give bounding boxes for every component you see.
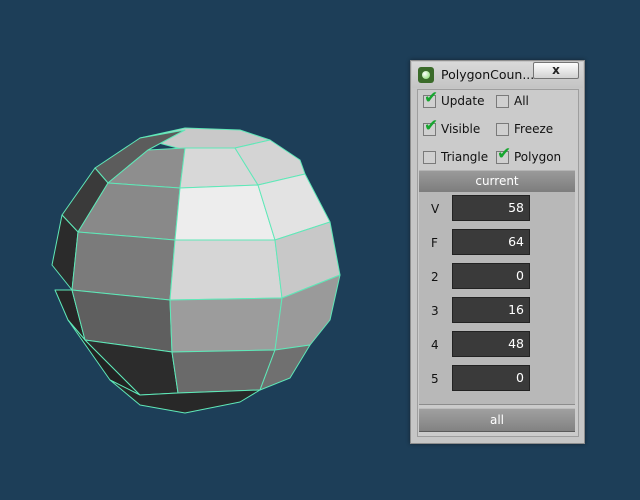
checkbox-box — [496, 95, 509, 108]
stats-area: V 58 F 64 2 0 3 16 4 48 5 0 — [419, 192, 575, 405]
close-button[interactable]: x — [533, 62, 579, 79]
check-icon: ✔ — [497, 144, 512, 164]
stat-field-vertices: 58 — [452, 195, 530, 221]
sphere-face — [174, 184, 276, 241]
update-label: Update — [441, 94, 485, 108]
stat-field-faces: 64 — [452, 229, 530, 255]
window-titlebar[interactable]: PolygonCoun... x — [412, 62, 583, 88]
sphere-face — [169, 239, 283, 301]
stat-label-quads: 4 — [431, 338, 439, 352]
sphere-face — [71, 231, 176, 301]
freeze-label: Freeze — [514, 122, 554, 136]
stat-field-2-sided: 0 — [452, 263, 530, 289]
current-section-header[interactable]: current — [419, 170, 575, 193]
checkbox-box — [496, 123, 509, 136]
stat-label-faces: F — [431, 236, 438, 250]
triangle-label: Triangle — [441, 150, 489, 164]
stat-label-vertices: V — [431, 202, 440, 216]
stat-field-quads: 48 — [452, 331, 530, 357]
polygon-label: Polygon — [514, 150, 562, 164]
stat-field-ngons: 0 — [452, 365, 530, 391]
all-label: All — [514, 94, 529, 108]
sphere-face — [169, 297, 283, 353]
stat-label-triangles: 3 — [431, 304, 439, 318]
app-icon — [418, 67, 434, 83]
check-icon: ✔ — [424, 88, 439, 108]
panel-content: ✔ Update ✔ All ✔ Visible ✔ Freeze ✔ Tria… — [417, 89, 579, 437]
checkbox-box — [423, 151, 436, 164]
sphere-face — [171, 349, 276, 394]
visible-label: Visible — [441, 122, 481, 136]
window-title: PolygonCoun... — [441, 67, 535, 82]
sphere-mesh[interactable] — [51, 127, 341, 414]
stat-label-2-sided: 2 — [431, 270, 439, 284]
stat-label-ngons: 5 — [431, 372, 439, 386]
all-button[interactable]: all — [419, 408, 575, 432]
polygon-counter-window: PolygonCoun... x ✔ Update ✔ All ✔ Visibl… — [410, 60, 585, 444]
stat-field-triangles: 16 — [452, 297, 530, 323]
close-icon: x — [552, 63, 560, 77]
check-icon: ✔ — [424, 116, 439, 136]
